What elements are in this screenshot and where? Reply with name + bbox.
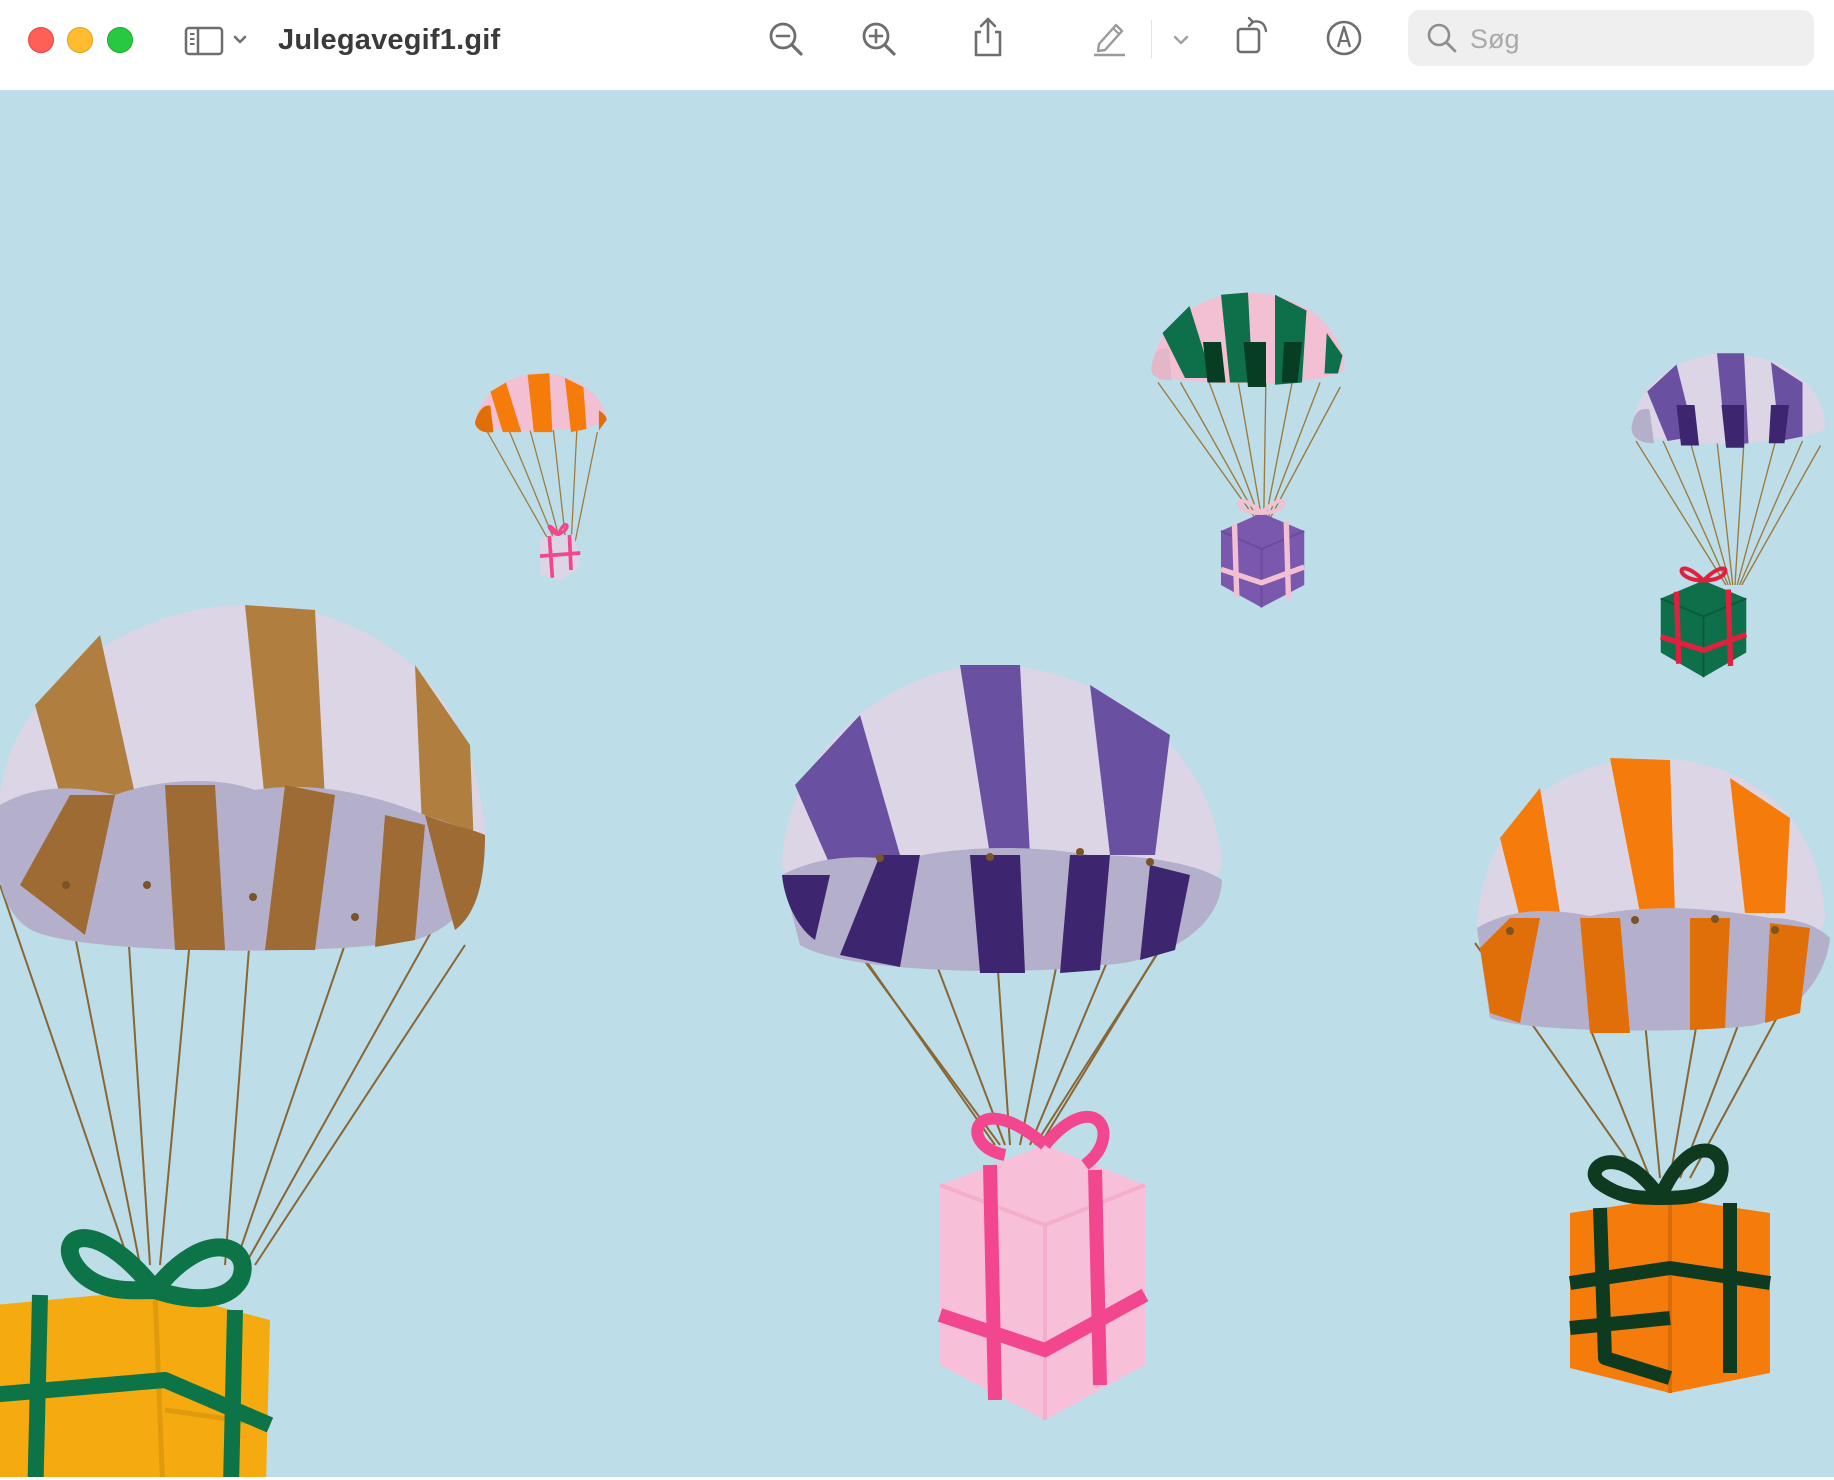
share-button[interactable] (966, 14, 1010, 60)
zoom-in-button[interactable] (857, 17, 901, 61)
zoom-in-icon (862, 22, 896, 56)
minimize-window-button[interactable] (67, 27, 93, 53)
chevron-down-icon (233, 35, 247, 44)
document-title: Julegavegif1.gif (278, 24, 501, 56)
zoom-out-icon (769, 22, 803, 56)
orange-parachute-orange-gift (1474, 758, 1830, 1393)
close-window-button[interactable] (28, 27, 54, 53)
markup-button[interactable] (1322, 16, 1366, 60)
sidebar-toggle-button[interactable] (182, 20, 256, 60)
purple-parachute-green-gift (1631, 353, 1825, 678)
fullscreen-window-button[interactable] (107, 27, 133, 53)
green-parachute-purple-gift (1151, 292, 1345, 608)
rotate-icon (1236, 16, 1268, 54)
search-icon (1427, 23, 1457, 53)
zoom-out-button[interactable] (764, 17, 808, 61)
toolbar: Julegavegif1.gif (0, 0, 1834, 91)
toolbar-divider (1151, 20, 1152, 58)
highlight-button[interactable] (1088, 16, 1130, 58)
rotate-button[interactable] (1229, 12, 1275, 58)
search-input[interactable] (1468, 18, 1802, 60)
brown-parachute-yellow-gift (0, 605, 485, 1477)
share-icon (974, 17, 1002, 57)
highlight-options-button[interactable] (1166, 22, 1196, 56)
sidebar-icon (184, 26, 247, 56)
chevron-down-icon (1173, 35, 1189, 45)
markup-pen-icon (1326, 20, 1362, 56)
image-canvas (0, 90, 1834, 1477)
gif-scene (0, 292, 1830, 1477)
preview-window: Julegavegif1.gif (0, 0, 1834, 1480)
search-field[interactable] (1408, 10, 1814, 66)
tiny-orange-parachute-pink-gift (474, 373, 607, 581)
highlighter-icon (1094, 23, 1125, 57)
purple-parachute-pink-gift (782, 665, 1222, 1420)
